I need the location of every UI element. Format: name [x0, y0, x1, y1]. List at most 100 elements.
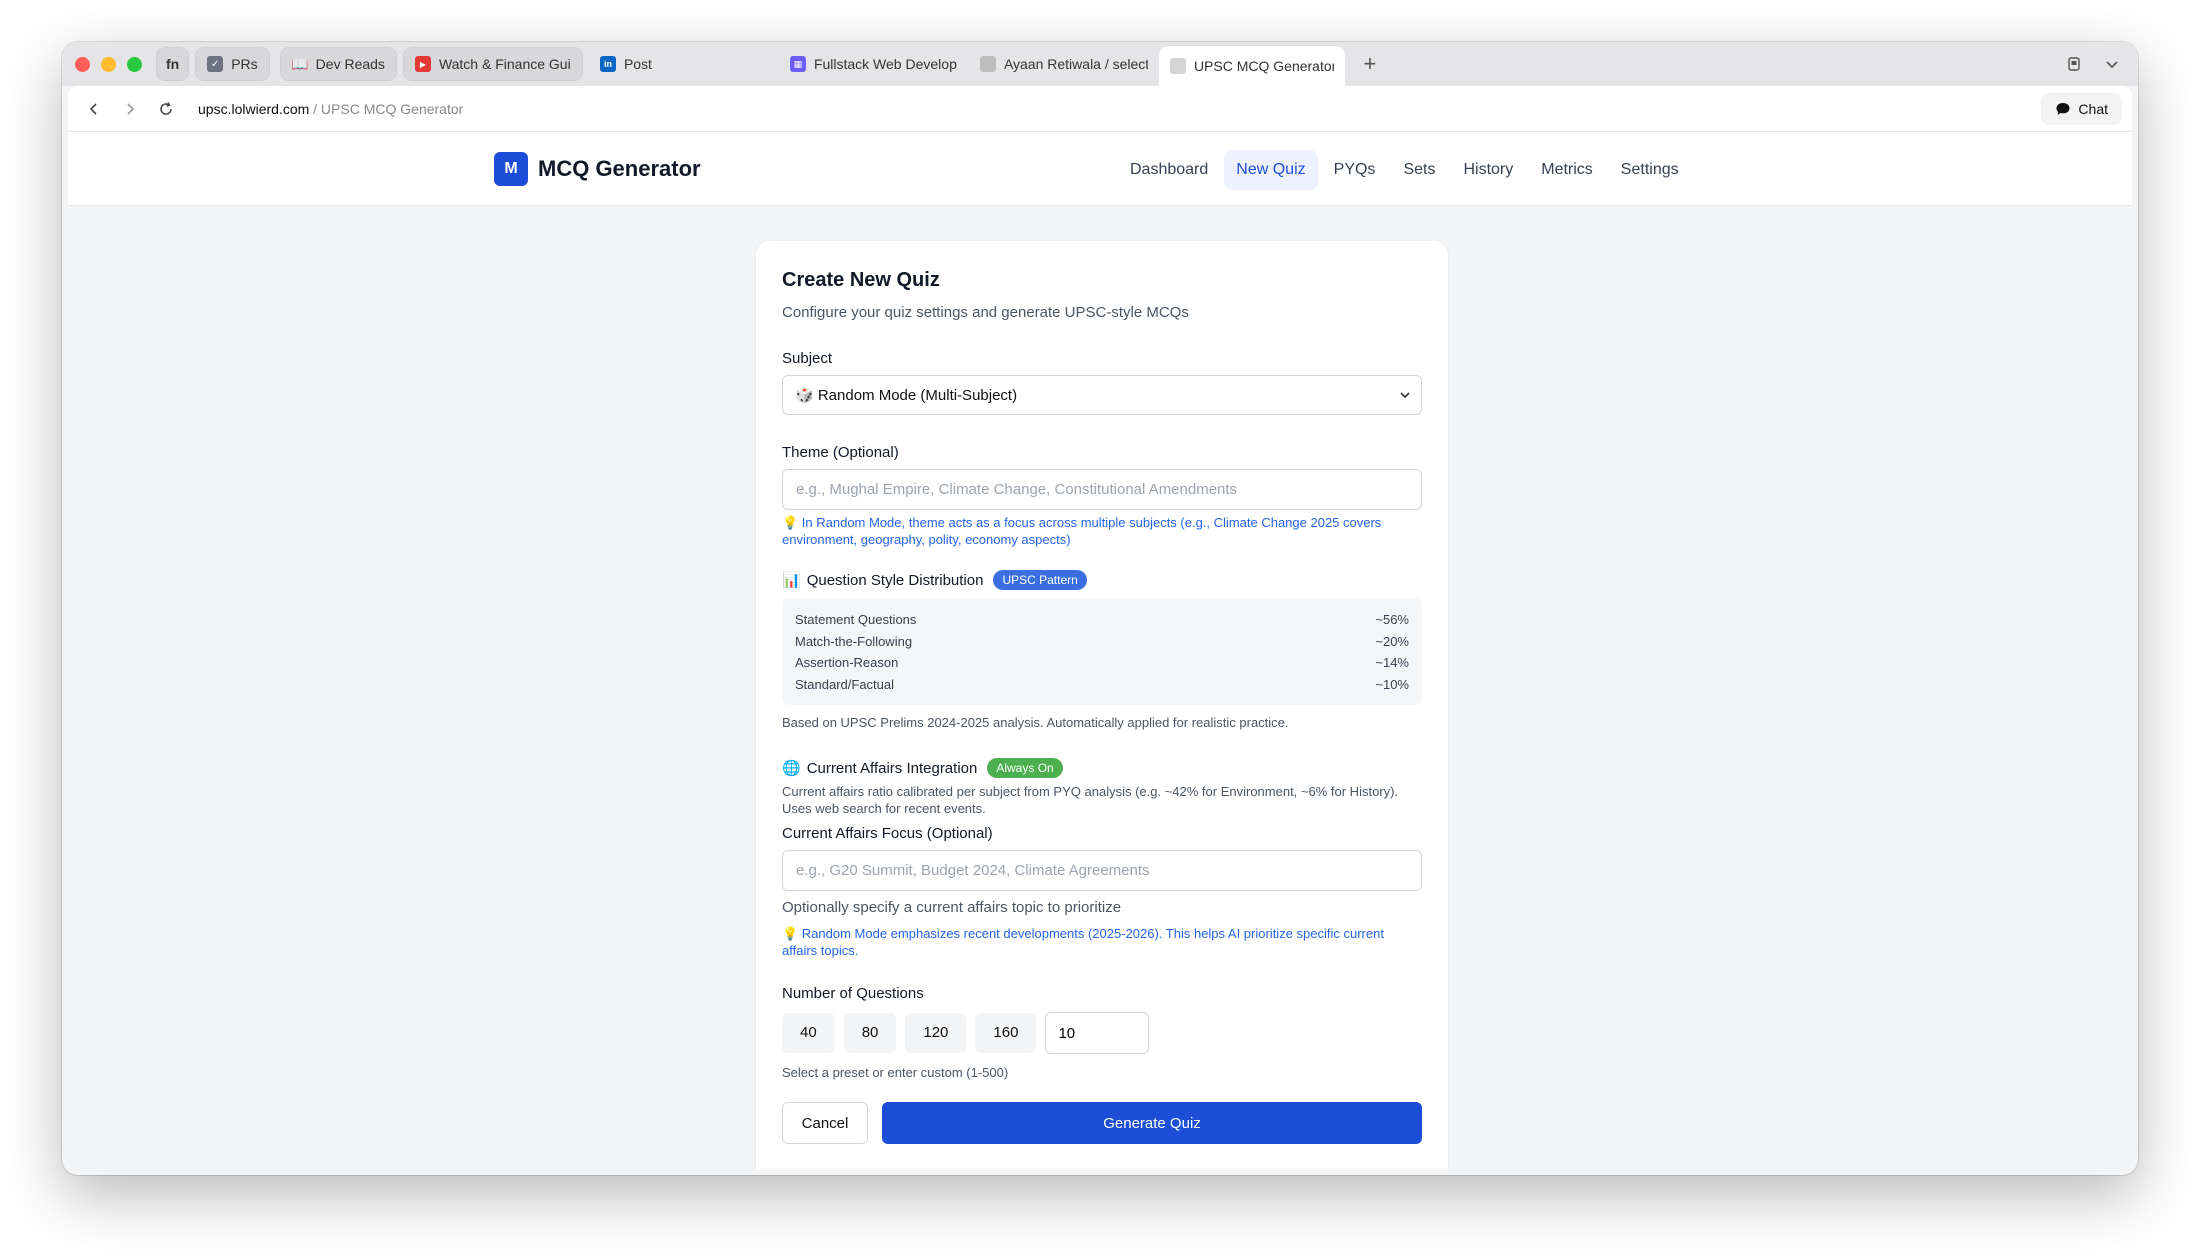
distribution-pct: ~10%: [1375, 676, 1409, 692]
tab-fullstack[interactable]: ▦ Fullstack Web Develop: [779, 47, 969, 81]
browser-window: fn ✓ PRs 📖 Dev Reads ▶ Watch & Finance G…: [62, 42, 2138, 1175]
preset-80-button[interactable]: 80: [843, 1013, 897, 1053]
tab-ayaan[interactable]: Ayaan Retiwala / select: [969, 47, 1159, 81]
upsc-pattern-badge: UPSC Pattern: [993, 570, 1087, 590]
address-bar: upsc.lolwierd.com / UPSC MCQ Generator C…: [68, 86, 2132, 132]
tab-post[interactable]: in Post: [589, 47, 779, 81]
tab-label: Dev Reads: [315, 56, 385, 72]
num-questions-label: Number of Questions: [782, 985, 924, 1002]
reload-button[interactable]: [148, 91, 184, 127]
subject-label: Subject: [782, 350, 833, 367]
card-title: Create New Quiz: [782, 269, 940, 291]
subject-select[interactable]: 🎲 Random Mode (Multi-Subject): [782, 375, 1422, 415]
distribution-name: Assertion-Reason: [795, 655, 899, 670]
tab-overview-icon[interactable]: [2066, 56, 2082, 72]
distribution-pct: ~20%: [1375, 633, 1409, 649]
minimize-window-button[interactable]: [101, 56, 116, 72]
tab-label: Post: [623, 56, 652, 72]
url-path: / UPSC MCQ Generator: [309, 100, 464, 117]
tab-bar: fn ✓ PRs 📖 Dev Reads ▶ Watch & Finance G…: [62, 42, 2138, 86]
main-nav: Dashboard New Quiz PYQs Sets History Met…: [1118, 150, 1691, 190]
tab-fn[interactable]: fn: [156, 47, 190, 81]
theme-hint: 💡 In Random Mode, theme acts as a focus …: [782, 515, 1382, 547]
chevron-down-icon: [1400, 392, 1410, 399]
nav-settings[interactable]: Settings: [1609, 150, 1691, 190]
ca-focus-hint: 💡 Random Mode emphasizes recent developm…: [782, 926, 1384, 958]
distribution-name: Standard/Factual: [795, 676, 895, 692]
preset-40-button[interactable]: 40: [782, 1013, 835, 1053]
ca-title: Current Affairs Integration: [806, 759, 978, 777]
tab-label: Watch & Finance Guid: [438, 56, 571, 72]
chat-button[interactable]: Chat: [2041, 92, 2122, 125]
nav-pyqs[interactable]: PYQs: [1322, 150, 1388, 190]
tab-label: Ayaan Retiwala / select: [1003, 56, 1148, 72]
pr-icon: ✓: [207, 56, 224, 72]
nav-dashboard[interactable]: Dashboard: [1118, 150, 1220, 190]
book-icon: 📖: [290, 55, 309, 72]
generate-quiz-button[interactable]: Generate Quiz: [882, 1102, 1422, 1144]
tab-watch-finance[interactable]: ▶ Watch & Finance Guid: [402, 47, 583, 81]
distribution-row: Assertion-Reason ~14%: [795, 652, 1409, 674]
preset-group: 40 80 120 160: [782, 1012, 1422, 1054]
youtube-icon: ▶: [414, 56, 431, 72]
tab-label: PRs: [231, 56, 258, 72]
distribution-box: Statement Questions ~56% Match-the-Follo…: [782, 598, 1422, 705]
tab-dev-reads[interactable]: 📖 Dev Reads: [279, 47, 397, 81]
tabbar-actions: [2066, 56, 2120, 72]
brand[interactable]: M MCQ Generator: [494, 152, 701, 186]
tab-label: UPSC MCQ Generator: [1193, 58, 1334, 74]
page-icon: [1169, 58, 1186, 74]
new-tab-button[interactable]: +: [1357, 51, 1383, 77]
distribution-name: Statement Questions: [795, 612, 917, 627]
tab-label: Fullstack Web Develop: [813, 56, 957, 72]
tab-upsc-mcq[interactable]: UPSC MCQ Generator: [1158, 46, 1345, 86]
brand-name: MCQ Generator: [538, 156, 701, 181]
nav-history[interactable]: History: [1451, 150, 1525, 190]
cancel-button[interactable]: Cancel: [782, 1102, 868, 1144]
card-subtitle: Configure your quiz settings and generat…: [782, 304, 1189, 321]
custom-count-input[interactable]: [1045, 1012, 1150, 1054]
bar-chart-icon: 📊: [782, 572, 801, 589]
theme-input[interactable]: [782, 469, 1422, 510]
chevron-right-icon: [127, 102, 135, 115]
forward-button[interactable]: [112, 91, 148, 127]
page-content: M MCQ Generator Dashboard New Quiz PYQs …: [68, 132, 2132, 1169]
window-controls: [75, 56, 142, 72]
chat-bubble-icon: [2056, 102, 2070, 115]
app-navbar: M MCQ Generator Dashboard New Quiz PYQs …: [68, 132, 2132, 206]
style-note: Based on UPSC Prelims 2024-2025 analysis…: [782, 715, 1289, 730]
brand-logo: M: [494, 152, 528, 186]
url-domain: upsc.lolwierd.com: [198, 100, 310, 117]
distribution-pct: ~56%: [1375, 612, 1409, 627]
ca-focus-label: Current Affairs Focus (Optional): [782, 825, 993, 842]
create-quiz-card: Create New Quiz Configure your quiz sett…: [756, 241, 1448, 1169]
close-window-button[interactable]: [75, 56, 90, 72]
linkedin-icon: in: [599, 56, 616, 72]
maximize-window-button[interactable]: [127, 56, 142, 72]
preset-160-button[interactable]: 160: [975, 1013, 1037, 1053]
course-icon: ▦: [789, 56, 806, 72]
tab-prs[interactable]: ✓ PRs: [195, 47, 270, 81]
preset-120-button[interactable]: 120: [905, 1013, 967, 1053]
chevron-down-icon[interactable]: [2104, 56, 2120, 72]
globe-icon: 🌐: [782, 760, 801, 777]
url-field[interactable]: upsc.lolwierd.com / UPSC MCQ Generator: [198, 101, 463, 117]
style-title: Question Style Distribution: [806, 571, 984, 589]
style-distribution-header: 📊 Question Style Distribution UPSC Patte…: [782, 570, 1422, 590]
ca-note: Current affairs ratio calibrated per sub…: [782, 784, 1399, 816]
nav-sets[interactable]: Sets: [1391, 150, 1447, 190]
distribution-pct: ~14%: [1375, 655, 1409, 670]
distribution-row: Match-the-Following ~20%: [795, 631, 1409, 653]
tab-label: fn: [166, 56, 180, 72]
subject-value: 🎲 Random Mode (Multi-Subject): [795, 387, 1018, 404]
chat-label: Chat: [2078, 100, 2108, 117]
nav-new-quiz[interactable]: New Quiz: [1224, 150, 1318, 190]
back-button[interactable]: [76, 91, 112, 127]
always-on-badge: Always On: [987, 758, 1063, 778]
chevron-left-icon: [89, 102, 97, 115]
current-affairs-header: 🌐 Current Affairs Integration Always On: [782, 758, 1422, 778]
nav-metrics[interactable]: Metrics: [1529, 150, 1605, 190]
ca-focus-input[interactable]: [782, 850, 1422, 891]
reload-icon: [160, 101, 172, 115]
distribution-row: Standard/Factual ~10%: [795, 674, 1409, 696]
